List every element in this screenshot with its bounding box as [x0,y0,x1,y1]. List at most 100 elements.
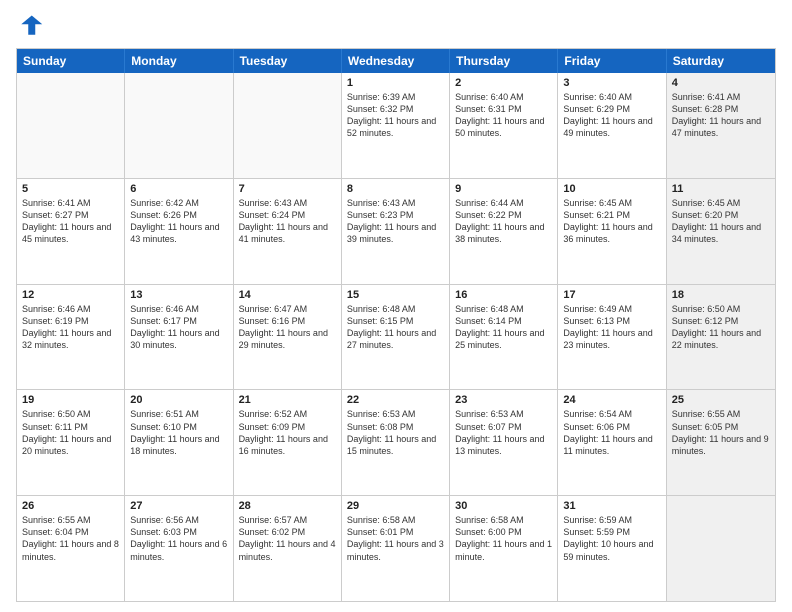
calendar-row-2: 12Sunrise: 6:46 AMSunset: 6:19 PMDayligh… [17,284,775,390]
header-day-friday: Friday [558,49,666,73]
cal-cell: 11 Sunrise: 6:45 AMSunset: 6:20 PMDayligh… [667,179,775,284]
day-number: 2 [455,77,552,89]
cal-cell: 10 Sunrise: 6:45 AMSunset: 6:21 PMDayligh… [558,179,666,284]
cal-cell: 21 Sunrise: 6:52 AMSunset: 6:09 PMDayligh… [234,390,342,495]
cell-text: Sunrise: 6:56 AMSunset: 6:03 PMDaylight:… [130,514,227,563]
day-number: 28 [239,500,336,512]
cal-cell: 5 Sunrise: 6:41 AMSunset: 6:27 PMDaylight… [17,179,125,284]
cal-cell: 4 Sunrise: 6:41 AMSunset: 6:28 PMDaylight… [667,73,775,178]
day-number: 11 [672,183,770,195]
header-day-saturday: Saturday [667,49,775,73]
cal-cell: 28 Sunrise: 6:57 AMSunset: 6:02 PMDayligh… [234,496,342,601]
cell-text: Sunrise: 6:59 AMSunset: 5:59 PMDaylight:… [563,514,660,563]
day-number: 10 [563,183,660,195]
day-number: 6 [130,183,227,195]
day-number: 27 [130,500,227,512]
day-number: 22 [347,394,444,406]
header-day-tuesday: Tuesday [234,49,342,73]
cell-text: Sunrise: 6:53 AMSunset: 6:07 PMDaylight:… [455,408,552,457]
cal-cell: 25Sunrise: 6:55 AMSunset: 6:05 PMDayligh… [667,390,775,495]
day-number: 18 [672,289,770,301]
logo-icon [16,12,44,40]
calendar-row-0: 1Sunrise: 6:39 AMSunset: 6:32 PMDaylight… [17,73,775,178]
logo [16,12,48,40]
day-number: 23 [455,394,552,406]
cell-text: Sunrise: 6:42 AMSunset: 6:26 PMDaylight:… [130,197,227,246]
day-number: 16 [455,289,552,301]
cal-cell: 23 Sunrise: 6:53 AMSunset: 6:07 PMDayligh… [450,390,558,495]
day-number: 24 [563,394,660,406]
cal-cell [125,73,233,178]
day-number: 17 [563,289,660,301]
cal-cell [17,73,125,178]
day-number: 25 [672,394,770,406]
day-number: 21 [239,394,336,406]
calendar: SundayMondayTuesdayWednesdayThursdayFrid… [16,48,776,602]
day-number: 3 [563,77,660,89]
cal-cell: 19 Sunrise: 6:50 AMSunset: 6:11 PMDayligh… [17,390,125,495]
day-number: 1 [347,77,444,89]
header-day-monday: Monday [125,49,233,73]
cal-cell: 12Sunrise: 6:46 AMSunset: 6:19 PMDayligh… [17,285,125,390]
cal-cell: 22Sunrise: 6:53 AMSunset: 6:08 PMDayligh… [342,390,450,495]
cell-text: Sunrise: 6:43 AMSunset: 6:23 PMDaylight:… [347,197,444,246]
cal-cell: 3 Sunrise: 6:40 AMSunset: 6:29 PMDaylight… [558,73,666,178]
header-day-thursday: Thursday [450,49,558,73]
day-number: 29 [347,500,444,512]
day-number: 12 [22,289,119,301]
cell-text: Sunrise: 6:40 AMSunset: 6:29 PMDaylight:… [563,91,660,140]
cal-cell: 26Sunrise: 6:55 AMSunset: 6:04 PMDayligh… [17,496,125,601]
main-container: SundayMondayTuesdayWednesdayThursdayFrid… [0,0,792,612]
cal-cell: 20 Sunrise: 6:51 AMSunset: 6:10 PMDayligh… [125,390,233,495]
day-number: 4 [672,77,770,89]
cal-cell [667,496,775,601]
cal-cell [234,73,342,178]
cal-cell: 8 Sunrise: 6:43 AMSunset: 6:23 PMDaylight… [342,179,450,284]
day-number: 5 [22,183,119,195]
cell-text: Sunrise: 6:50 AMSunset: 6:12 PMDaylight:… [672,303,770,352]
day-number: 9 [455,183,552,195]
cell-text: Sunrise: 6:45 AMSunset: 6:20 PMDaylight:… [672,197,770,246]
cell-text: Sunrise: 6:48 AMSunset: 6:15 PMDaylight:… [347,303,444,352]
day-number: 20 [130,394,227,406]
day-number: 7 [239,183,336,195]
cell-text: Sunrise: 6:43 AMSunset: 6:24 PMDaylight:… [239,197,336,246]
cal-cell: 30 Sunrise: 6:58 AMSunset: 6:00 PMDayligh… [450,496,558,601]
cal-cell: 6 Sunrise: 6:42 AMSunset: 6:26 PMDaylight… [125,179,233,284]
cell-text: Sunrise: 6:58 AMSunset: 6:00 PMDaylight:… [455,514,552,563]
cell-text: Sunrise: 6:54 AMSunset: 6:06 PMDaylight:… [563,408,660,457]
cal-cell: 24 Sunrise: 6:54 AMSunset: 6:06 PMDayligh… [558,390,666,495]
cal-cell: 7 Sunrise: 6:43 AMSunset: 6:24 PMDaylight… [234,179,342,284]
day-number: 30 [455,500,552,512]
day-number: 26 [22,500,119,512]
cell-text: Sunrise: 6:40 AMSunset: 6:31 PMDaylight:… [455,91,552,140]
header-day-sunday: Sunday [17,49,125,73]
header-day-wednesday: Wednesday [342,49,450,73]
cell-text: Sunrise: 6:41 AMSunset: 6:27 PMDaylight:… [22,197,119,246]
cal-cell: 2 Sunrise: 6:40 AMSunset: 6:31 PMDaylight… [450,73,558,178]
day-number: 31 [563,500,660,512]
cal-cell: 16Sunrise: 6:48 AMSunset: 6:14 PMDayligh… [450,285,558,390]
cell-text: Sunrise: 6:58 AMSunset: 6:01 PMDaylight:… [347,514,444,563]
header [16,12,776,40]
day-number: 14 [239,289,336,301]
cell-text: Sunrise: 6:46 AMSunset: 6:17 PMDaylight:… [130,303,227,352]
calendar-row-3: 19 Sunrise: 6:50 AMSunset: 6:11 PMDayligh… [17,389,775,495]
day-number: 13 [130,289,227,301]
cell-text: Sunrise: 6:49 AMSunset: 6:13 PMDaylight:… [563,303,660,352]
cell-text: Sunrise: 6:47 AMSunset: 6:16 PMDaylight:… [239,303,336,352]
cal-cell: 9Sunrise: 6:44 AMSunset: 6:22 PMDaylight… [450,179,558,284]
cell-text: Sunrise: 6:50 AMSunset: 6:11 PMDaylight:… [22,408,119,457]
cal-cell: 27 Sunrise: 6:56 AMSunset: 6:03 PMDayligh… [125,496,233,601]
cell-text: Sunrise: 6:45 AMSunset: 6:21 PMDaylight:… [563,197,660,246]
cell-text: Sunrise: 6:41 AMSunset: 6:28 PMDaylight:… [672,91,770,140]
cell-text: Sunrise: 6:51 AMSunset: 6:10 PMDaylight:… [130,408,227,457]
cell-text: Sunrise: 6:57 AMSunset: 6:02 PMDaylight:… [239,514,336,563]
cal-cell: 17 Sunrise: 6:49 AMSunset: 6:13 PMDayligh… [558,285,666,390]
day-number: 19 [22,394,119,406]
cal-cell: 18 Sunrise: 6:50 AMSunset: 6:12 PMDayligh… [667,285,775,390]
cell-text: Sunrise: 6:52 AMSunset: 6:09 PMDaylight:… [239,408,336,457]
calendar-row-4: 26Sunrise: 6:55 AMSunset: 6:04 PMDayligh… [17,495,775,601]
cal-cell: 13 Sunrise: 6:46 AMSunset: 6:17 PMDayligh… [125,285,233,390]
day-number: 8 [347,183,444,195]
